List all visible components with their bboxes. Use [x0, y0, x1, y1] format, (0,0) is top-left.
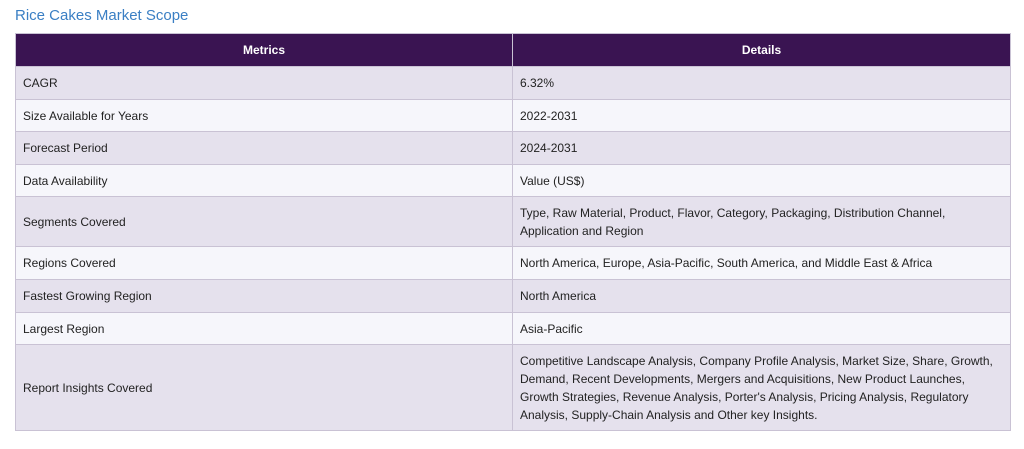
table-row: Size Available for Years 2022-2031 [15, 99, 1011, 132]
metric-cell: Fastest Growing Region [15, 279, 513, 313]
table-row: Report Insights Covered Competitive Land… [15, 344, 1011, 431]
table-row: Segments Covered Type, Raw Material, Pro… [15, 196, 1011, 247]
table-header-row: Metrics Details [15, 33, 1011, 67]
market-scope-table: Metrics Details CAGR 6.32% Size Availabl… [15, 33, 1011, 431]
metric-cell: Segments Covered [15, 196, 513, 247]
details-cell: North America, Europe, Asia-Pacific, Sou… [512, 246, 1011, 280]
market-scope-section: Rice Cakes Market Scope Metrics Details … [0, 0, 1024, 449]
table-row: Fastest Growing Region North America [15, 279, 1011, 313]
table-row: Largest Region Asia-Pacific [15, 312, 1011, 345]
header-details: Details [512, 33, 1011, 67]
metric-cell: Report Insights Covered [15, 344, 513, 431]
details-cell: 6.32% [512, 66, 1011, 100]
table-row: Regions Covered North America, Europe, A… [15, 246, 1011, 280]
table-row: Forecast Period 2024-2031 [15, 131, 1011, 165]
details-cell: Value (US$) [512, 164, 1011, 197]
section-title: Rice Cakes Market Scope [15, 7, 189, 24]
metric-cell: Forecast Period [15, 131, 513, 165]
details-cell: Asia-Pacific [512, 312, 1011, 345]
table-row: CAGR 6.32% [15, 66, 1011, 100]
details-cell: 2024-2031 [512, 131, 1011, 165]
details-cell: Competitive Landscape Analysis, Company … [512, 344, 1011, 431]
details-cell: North America [512, 279, 1011, 313]
metric-cell: Data Availability [15, 164, 513, 197]
metric-cell: CAGR [15, 66, 513, 100]
metric-cell: Size Available for Years [15, 99, 513, 132]
table-row: Data Availability Value (US$) [15, 164, 1011, 197]
metric-cell: Regions Covered [15, 246, 513, 280]
header-metrics: Metrics [15, 33, 513, 67]
metric-cell: Largest Region [15, 312, 513, 345]
details-cell: Type, Raw Material, Product, Flavor, Cat… [512, 196, 1011, 247]
details-cell: 2022-2031 [512, 99, 1011, 132]
